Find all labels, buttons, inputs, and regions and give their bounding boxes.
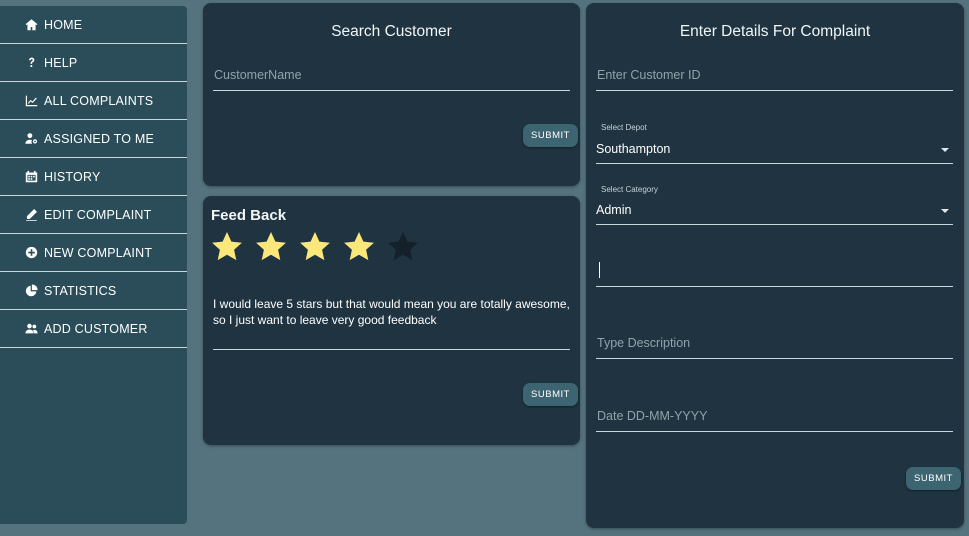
search-submit-button[interactable]: SUBMIT [523,124,578,147]
text-cursor [599,262,600,278]
description-input[interactable]: Type Description [596,331,953,359]
question-icon [24,56,38,70]
sidebar-item-statistics[interactable]: STATISTICS [0,272,187,310]
depot-label: Select Depot [601,123,647,132]
sidebar-item-add-customer[interactable]: ADD CUSTOMER [0,310,187,348]
sidebar-item-home[interactable]: HOME [0,6,187,44]
sidebar-item-label: ALL COMPLAINTS [44,93,154,108]
home-icon [24,18,38,32]
feedback-card: Feed Back I would leave 5 stars but that… [203,196,580,445]
category-select[interactable]: Select Category Admin [596,185,953,225]
sidebar-item-help[interactable]: HELP [0,44,187,82]
feedback-underline [213,349,570,350]
feedback-submit-button[interactable]: SUBMIT [523,383,578,406]
sidebar-item-edit-complaint[interactable]: EDIT COMPLAINT [0,196,187,234]
sidebar-item-label: EDIT COMPLAINT [44,207,152,222]
sidebar-item-label: HOME [44,17,83,32]
sidebar-item-new-complaint[interactable]: NEW COMPLAINT [0,234,187,272]
input-placeholder: Enter Customer ID [597,68,701,82]
star-icon[interactable] [254,230,288,264]
calendar-icon [24,170,38,184]
sidebar-item-label: HELP [44,55,78,70]
complaint-details-card: Enter Details For Complaint Enter Custom… [586,3,964,528]
users-icon [24,322,38,336]
input-placeholder: CustomerName [214,68,302,82]
category-label: Select Category [601,185,658,194]
sidebar-item-label: NEW COMPLAINT [44,245,153,260]
text-input-active[interactable] [596,253,953,287]
sidebar-item-assigned-to-me[interactable]: ASSIGNED TO ME [0,120,187,158]
depot-select[interactable]: Select Depot Southampton [596,123,953,164]
search-customer-card: Search Customer CustomerName SUBMIT [203,3,580,186]
feedback-textarea[interactable]: I would leave 5 stars but that would mea… [213,296,571,328]
pie-chart-icon [24,284,38,298]
plus-circle-icon [24,246,38,260]
card-title: Enter Details For Complaint [679,23,871,40]
pencil-icon [24,208,38,222]
input-placeholder: Type Description [597,336,691,350]
star-rating[interactable] [210,230,420,264]
sidebar-item-label: ADD CUSTOMER [44,321,148,336]
sidebar-item-all-complaints[interactable]: ALL COMPLAINTS [0,82,187,120]
sidebar-item-label: HISTORY [44,169,101,184]
customer-name-input[interactable]: CustomerName [213,63,570,91]
date-input[interactable]: Date DD-MM-YYYY [596,404,953,432]
chevron-down-icon [941,148,949,152]
star-empty-icon[interactable] [386,230,420,264]
star-icon[interactable] [210,230,244,264]
sidebar: HOME HELP ALL COMPLAINTS ASSIGNED TO ME … [0,6,187,524]
sidebar-item-label: STATISTICS [44,283,117,298]
input-placeholder: Date DD-MM-YYYY [597,409,708,423]
complaint-submit-button[interactable]: SUBMIT [906,467,961,490]
category-value: Admin [596,203,632,217]
card-title: Feed Back [211,207,287,224]
chevron-down-icon [941,209,949,213]
sidebar-item-history[interactable]: HISTORY [0,158,187,196]
star-icon[interactable] [298,230,332,264]
chart-line-icon [24,94,38,108]
card-title: Search Customer [331,23,452,40]
depot-value: Southampton [596,142,671,156]
customer-id-input[interactable]: Enter Customer ID [596,63,953,91]
sidebar-item-label: ASSIGNED TO ME [44,131,155,146]
user-gear-icon [24,132,38,146]
star-icon[interactable] [342,230,376,264]
